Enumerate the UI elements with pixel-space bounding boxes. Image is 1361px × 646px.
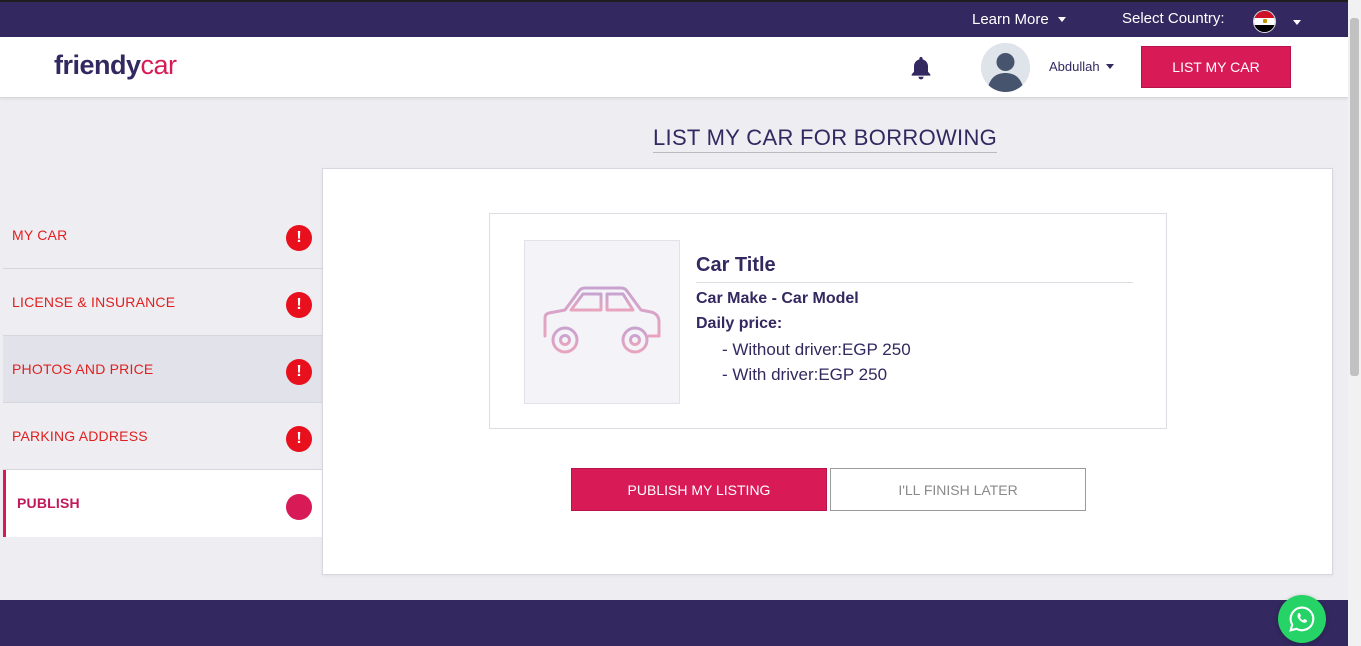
user-menu[interactable]: Abdullah (1049, 59, 1114, 74)
publish-my-listing-button[interactable]: PUBLISH MY LISTING (571, 468, 827, 511)
car-image-placeholder (524, 240, 680, 404)
warning-icon: ! (286, 225, 312, 251)
page-title: LIST MY CAR FOR BORROWING (653, 125, 998, 153)
car-icon (543, 286, 661, 354)
car-make-model: Car Make - Car Model (696, 290, 859, 307)
egypt-flag-icon[interactable] (1253, 10, 1276, 33)
warning-icon: ! (286, 426, 312, 452)
chevron-down-icon (1105, 64, 1114, 69)
select-country-label: Select Country: (1122, 10, 1225, 27)
car-title: Car Title (696, 254, 1133, 283)
listing-preview: Car Title Car Make - Car Model Daily pri… (489, 213, 1167, 429)
whatsapp-icon (1289, 606, 1315, 632)
user-avatar[interactable] (981, 43, 1030, 92)
step-label: PARKING ADDRESS (12, 428, 148, 444)
site-header: friendycar Abdullah LIST MY CAR (0, 37, 1348, 98)
country-chevron-down-icon[interactable] (1293, 20, 1301, 25)
finish-later-button[interactable]: I'LL FINISH LATER (830, 468, 1086, 511)
friendycar-logo[interactable]: friendycar (54, 50, 177, 81)
listing-steps-sidebar: MY CAR ! LICENSE & INSURANCE ! PHOTOS AN… (3, 202, 323, 537)
step-publish[interactable]: PUBLISH (3, 470, 323, 537)
warning-icon: ! (286, 292, 312, 318)
step-photos-and-price[interactable]: PHOTOS AND PRICE ! (3, 336, 323, 403)
chevron-down-icon (1057, 17, 1066, 22)
site-footer (0, 600, 1348, 646)
learn-more-label: Learn More (972, 11, 1049, 28)
step-my-car[interactable]: MY CAR ! (3, 202, 323, 269)
step-label: PHOTOS AND PRICE (12, 361, 154, 377)
warning-icon: ! (286, 359, 312, 385)
step-license-insurance[interactable]: LICENSE & INSURANCE ! (3, 269, 323, 336)
step-parking-address[interactable]: PARKING ADDRESS ! (3, 403, 323, 470)
user-name: Abdullah (1049, 59, 1100, 74)
bell-icon[interactable] (907, 54, 935, 82)
step-label: LICENSE & INSURANCE (12, 294, 176, 310)
learn-more-menu[interactable]: Learn More (972, 11, 1066, 28)
whatsapp-chat-button[interactable] (1278, 595, 1326, 643)
scrollbar-thumb[interactable] (1350, 18, 1359, 376)
step-label: PUBLISH (17, 495, 80, 511)
top-bar: Learn More Select Country: (0, 0, 1348, 37)
publish-card: Car Title Car Make - Car Model Daily pri… (322, 168, 1333, 575)
price-without-driver: - Without driver:EGP 250 (722, 340, 911, 359)
list-my-car-button[interactable]: LIST MY CAR (1141, 46, 1291, 88)
step-label: MY CAR (12, 227, 68, 243)
price-with-driver: - With driver:EGP 250 (722, 365, 888, 384)
current-step-indicator (286, 494, 312, 520)
daily-price-label: Daily price: (696, 315, 783, 332)
